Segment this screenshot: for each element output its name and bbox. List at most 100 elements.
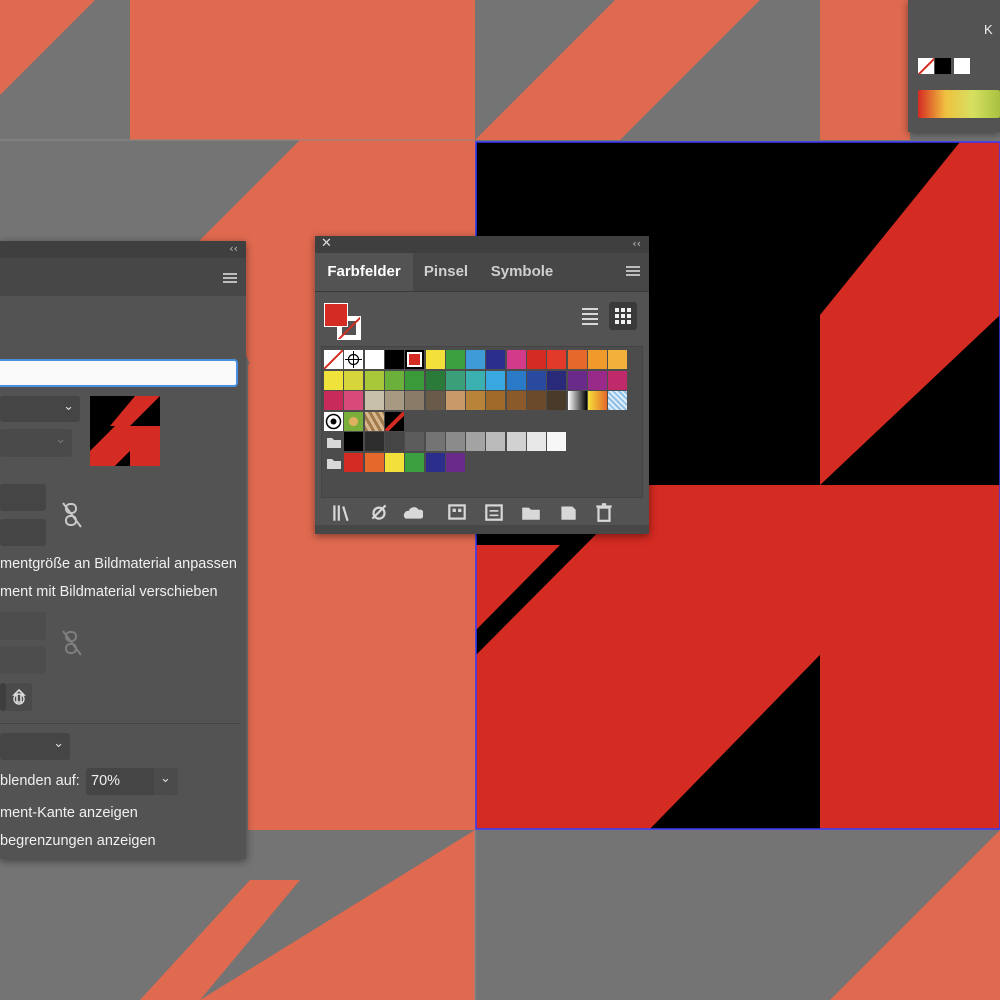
close-icon[interactable]: ✕ <box>321 236 332 251</box>
collapse-icon[interactable]: ‹‹ <box>229 242 238 255</box>
orientation-select[interactable]: ⌄ <box>0 429 72 457</box>
fill-color-swatch[interactable] <box>324 303 348 327</box>
swatch[interactable] <box>466 370 486 390</box>
pattern-swatch[interactable] <box>344 411 364 431</box>
swatch[interactable] <box>364 350 384 369</box>
swatch[interactable] <box>527 391 546 410</box>
swatch[interactable] <box>466 391 486 410</box>
collapse-icon[interactable]: ‹‹ <box>632 237 641 250</box>
swatch[interactable] <box>384 432 404 451</box>
swatch[interactable] <box>364 391 384 410</box>
swatch[interactable] <box>405 432 425 451</box>
swatch[interactable] <box>506 370 526 390</box>
swatch[interactable] <box>384 391 404 410</box>
height-input[interactable] <box>0 646 46 674</box>
swatch[interactable] <box>344 370 364 390</box>
swatch[interactable] <box>425 452 445 472</box>
swatch[interactable] <box>506 391 526 410</box>
swatch[interactable] <box>608 350 628 369</box>
swatch[interactable] <box>486 391 506 410</box>
swatch[interactable] <box>547 391 567 410</box>
swatch[interactable] <box>405 452 425 472</box>
swatch[interactable] <box>527 350 546 369</box>
tab-pinsel[interactable]: Pinsel <box>413 253 479 291</box>
swatch[interactable] <box>506 350 526 369</box>
swatch[interactable] <box>364 370 384 390</box>
width-input[interactable] <box>0 612 46 640</box>
swatch[interactable] <box>527 370 546 390</box>
swatch[interactable] <box>324 370 343 390</box>
swatch[interactable] <box>567 370 587 390</box>
black-swatch[interactable] <box>935 58 951 74</box>
swatch[interactable] <box>547 432 567 451</box>
swatch[interactable] <box>445 391 465 410</box>
link-icon[interactable] <box>60 501 84 534</box>
panel-menu-icon[interactable] <box>626 266 640 277</box>
cloud-icon[interactable] <box>401 501 425 528</box>
libraries-icon[interactable] <box>330 501 352 528</box>
swatch[interactable] <box>445 370 465 390</box>
swatch[interactable] <box>324 391 343 410</box>
gradient-swatch[interactable] <box>587 391 607 410</box>
white-swatch[interactable] <box>954 58 970 74</box>
fade-dropdown-button[interactable]: ⌄ <box>154 768 178 795</box>
swatch-options-icon[interactable] <box>446 501 468 528</box>
x-input[interactable] <box>0 484 46 511</box>
swatch-kinds-icon[interactable] <box>368 501 390 528</box>
none-swatch[interactable] <box>324 350 343 369</box>
swatch[interactable] <box>384 350 404 369</box>
none-icon[interactable] <box>918 58 934 74</box>
swatch[interactable] <box>445 350 465 369</box>
registration-swatch[interactable] <box>344 350 364 369</box>
panel-menu-icon[interactable] <box>223 273 237 284</box>
swatch[interactable] <box>425 432 445 451</box>
swatch[interactable] <box>587 370 607 390</box>
swatch[interactable] <box>466 432 486 451</box>
name-input[interactable] <box>0 359 238 387</box>
swatch[interactable] <box>587 350 607 369</box>
folder-icon[interactable] <box>324 453 343 472</box>
tab-symbole[interactable]: Symbole <box>479 253 565 291</box>
pattern-swatch[interactable] <box>608 391 628 410</box>
trash-icon[interactable] <box>593 501 615 528</box>
folder-icon[interactable] <box>324 432 343 451</box>
swatch[interactable] <box>466 350 486 369</box>
swatch[interactable] <box>425 370 445 390</box>
pattern-swatch[interactable] <box>324 411 343 431</box>
swatch[interactable] <box>445 452 465 472</box>
pattern-swatch[interactable] <box>384 411 404 431</box>
tab-farbfelder[interactable]: Farbfelder <box>315 253 413 291</box>
gradient-swatch[interactable] <box>567 391 587 410</box>
swatch[interactable] <box>344 432 364 451</box>
swatch[interactable] <box>425 391 445 410</box>
swatch[interactable] <box>547 370 567 390</box>
swatch[interactable] <box>344 452 364 472</box>
list-icon[interactable] <box>483 501 505 528</box>
swatch[interactable] <box>364 452 384 472</box>
swatch[interactable] <box>567 350 587 369</box>
swatch[interactable] <box>405 370 425 390</box>
color-spectrum[interactable] <box>918 90 1000 118</box>
fade-input[interactable]: 70% ⌄ <box>86 768 178 795</box>
display-select[interactable]: ⌄ <box>0 733 70 760</box>
swatch[interactable] <box>384 452 404 472</box>
grid-view-icon[interactable] <box>609 302 637 330</box>
new-swatch-icon[interactable] <box>557 501 579 528</box>
swatch[interactable] <box>547 350 567 369</box>
preset-select[interactable]: ⌄ <box>0 396 80 422</box>
swatch[interactable] <box>384 370 404 390</box>
new-group-icon[interactable] <box>520 501 542 528</box>
swatch[interactable] <box>344 391 364 410</box>
swatch[interactable] <box>486 370 506 390</box>
swatch[interactable] <box>486 432 506 451</box>
y-input[interactable] <box>0 519 46 546</box>
swatch[interactable] <box>486 350 506 369</box>
swatch[interactable] <box>527 432 546 451</box>
swatch[interactable] <box>506 432 526 451</box>
swatch[interactable] <box>405 391 425 410</box>
swatch[interactable] <box>608 370 628 390</box>
swatch-selected[interactable] <box>405 350 425 369</box>
list-view-icon[interactable] <box>577 303 603 329</box>
swatch[interactable] <box>425 350 445 369</box>
swatch[interactable] <box>445 432 465 451</box>
